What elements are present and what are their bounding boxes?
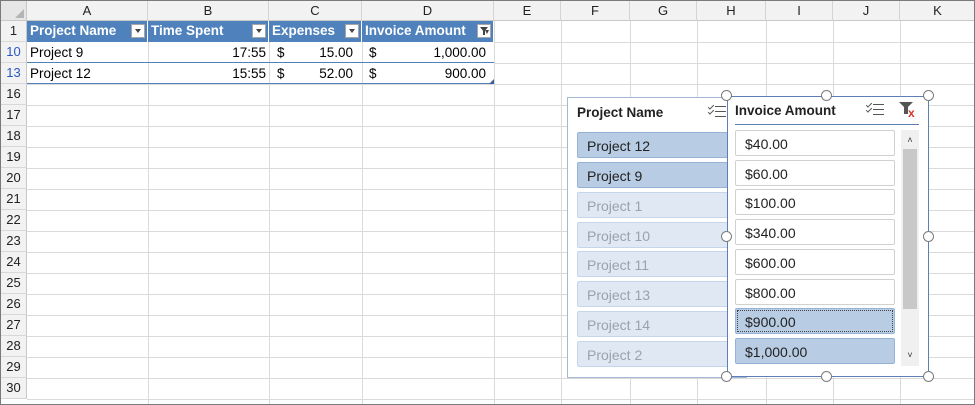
scroll-up-icon[interactable]: ˄ — [901, 135, 919, 145]
cell-time-spent[interactable]: 15:55 — [148, 63, 266, 84]
cell-invoice-amount[interactable]: 900.00 — [362, 63, 486, 84]
slicer-title-underline — [735, 124, 919, 125]
row-header[interactable]: 27 — [1, 315, 27, 336]
slicer-invoice-amount: Invoice Amount x $40.00 $60.00 $100.00 $… — [727, 96, 929, 377]
cell-project-name[interactable]: Project 12 — [30, 63, 91, 84]
column-header-e[interactable]: E — [494, 1, 561, 21]
column-header-d[interactable]: D — [362, 1, 494, 21]
slicer-item-project-9[interactable]: Project 9 — [577, 162, 742, 188]
dropdown-arrow-icon[interactable] — [345, 24, 359, 38]
table-header-label: Expenses — [272, 23, 336, 38]
dropdown-arrow-icon[interactable] — [131, 24, 145, 38]
column-header-k[interactable]: K — [900, 1, 974, 21]
slicer-item-project-13[interactable]: Project 13 — [577, 281, 742, 307]
row-header[interactable]: 28 — [1, 336, 27, 357]
slicer-item-900[interactable]: $900.00 — [735, 308, 895, 334]
gridline — [27, 378, 974, 379]
resize-handle[interactable] — [721, 231, 732, 242]
scrollbar-thumb[interactable] — [903, 149, 917, 309]
multi-select-icon[interactable] — [865, 101, 884, 118]
row-header[interactable]: 18 — [1, 126, 27, 147]
gridline — [494, 42, 974, 43]
row-header[interactable]: 22 — [1, 210, 27, 231]
table-header-label: Invoice Amount — [365, 23, 466, 38]
filter-applied-icon[interactable] — [477, 24, 491, 38]
slicer-title: Project Name — [577, 105, 664, 120]
column-header-a[interactable]: A — [27, 1, 148, 21]
resize-handle[interactable] — [923, 371, 934, 382]
select-all-corner[interactable] — [1, 1, 27, 21]
column-header-g[interactable]: G — [630, 1, 697, 21]
column-header-j[interactable]: J — [833, 1, 900, 21]
gridline — [494, 21, 495, 404]
column-header-i[interactable]: I — [766, 1, 833, 21]
slicer-item-project-2[interactable]: Project 2 — [577, 341, 742, 367]
table-header-label: Project Name — [30, 23, 117, 38]
gridline — [561, 21, 562, 404]
excel-worksheet: A B C D E F G H I J K 1 10 13 16 17 18 1… — [0, 0, 975, 405]
slicer-item-800[interactable]: $800.00 — [735, 279, 895, 305]
slicer-title: Invoice Amount — [735, 103, 836, 118]
slicer-item-600[interactable]: $600.00 — [735, 249, 895, 275]
row-header[interactable]: 16 — [1, 84, 27, 105]
row-header[interactable]: 21 — [1, 189, 27, 210]
row-header[interactable]: 24 — [1, 252, 27, 273]
multi-select-icon[interactable] — [707, 103, 726, 120]
table-header-project-name: Project Name — [27, 21, 148, 42]
row-header[interactable]: 23 — [1, 231, 27, 252]
dropdown-arrow-icon[interactable] — [252, 24, 266, 38]
slicer-item-project-10[interactable]: Project 10 — [577, 222, 742, 248]
row-header[interactable]: 19 — [1, 147, 27, 168]
slicer-item-40[interactable]: $40.00 — [735, 130, 895, 156]
row-header[interactable]: 26 — [1, 294, 27, 315]
column-header-f[interactable]: F — [561, 1, 630, 21]
row-header[interactable]: 20 — [1, 168, 27, 189]
resize-handle[interactable] — [923, 90, 934, 101]
table-header-invoice-amount: Invoice Amount — [362, 21, 494, 42]
column-header-h[interactable]: H — [697, 1, 766, 21]
row-header[interactable]: 10 — [1, 42, 27, 63]
resize-handle[interactable] — [721, 371, 732, 382]
resize-handle[interactable] — [821, 90, 832, 101]
row-header[interactable]: 13 — [1, 63, 27, 84]
gridline — [27, 84, 974, 85]
gridline — [27, 399, 974, 400]
slicer-item-project-11[interactable]: Project 11 — [577, 251, 742, 277]
row-header[interactable]: 30 — [1, 378, 27, 399]
table-header-label: Time Spent — [151, 23, 224, 38]
column-header-c[interactable]: C — [269, 1, 362, 21]
slicer-item-project-14[interactable]: Project 14 — [577, 311, 742, 337]
row-header[interactable]: 29 — [1, 357, 27, 378]
table-resize-handle[interactable] — [489, 79, 494, 84]
gridline — [494, 63, 974, 64]
slicer-item-100[interactable]: $100.00 — [735, 189, 895, 215]
cell-time-spent[interactable]: 17:55 — [148, 42, 266, 63]
slicer-item-340[interactable]: $340.00 — [735, 219, 895, 245]
slicer-item-60[interactable]: $60.00 — [735, 160, 895, 186]
scroll-down-icon[interactable]: ˅ — [901, 350, 919, 360]
cell-expenses[interactable]: 15.00 — [269, 42, 353, 63]
table-header-time-spent: Time Spent — [148, 21, 269, 42]
row-header[interactable]: 17 — [1, 105, 27, 126]
cell-expenses[interactable]: 52.00 — [269, 63, 353, 84]
cell-invoice-amount[interactable]: 1,000.00 — [362, 42, 486, 63]
slicer-item-project-1[interactable]: Project 1 — [577, 192, 742, 218]
row-header[interactable]: 25 — [1, 273, 27, 294]
resize-handle[interactable] — [821, 371, 832, 382]
resize-handle[interactable] — [923, 231, 934, 242]
slicer-item-project-12[interactable]: Project 12 — [577, 132, 742, 158]
slicer-project-name: Project Name Project 12 Project 9 Projec… — [567, 97, 747, 378]
resize-handle[interactable] — [721, 90, 732, 101]
slicer-item-1000[interactable]: $1,000.00 — [735, 338, 895, 364]
clear-filter-icon[interactable]: x — [899, 101, 917, 119]
table-header-expenses: Expenses — [269, 21, 362, 42]
cell-project-name[interactable]: Project 9 — [30, 42, 83, 63]
row-header[interactable]: 1 — [1, 21, 27, 42]
column-header-b[interactable]: B — [148, 1, 269, 21]
